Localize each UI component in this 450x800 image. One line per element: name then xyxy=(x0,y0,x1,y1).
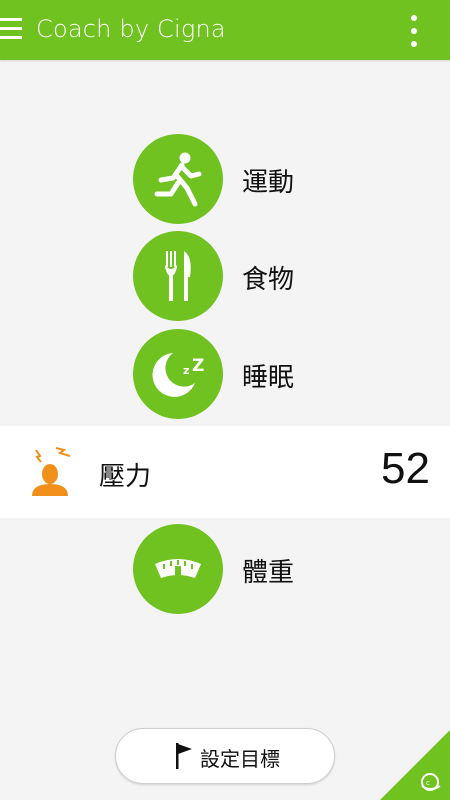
sleep-circle: z Z xyxy=(133,329,223,419)
category-food[interactable]: 食物 xyxy=(0,231,450,323)
more-vert-icon[interactable] xyxy=(408,14,420,48)
svg-text:z: z xyxy=(183,364,189,377)
category-label: 運動 xyxy=(242,168,295,198)
flag-icon xyxy=(176,743,192,769)
hamburger-menu-icon[interactable] xyxy=(0,16,22,42)
category-label: 體重 xyxy=(242,558,295,588)
svg-text:c: c xyxy=(426,779,430,787)
stress-label: 壓力 xyxy=(99,462,152,492)
category-exercise[interactable]: 運動 xyxy=(0,134,450,226)
moon-zzz-icon: z Z xyxy=(152,353,204,397)
weight-circle xyxy=(133,524,223,614)
category-weight[interactable]: 體重 xyxy=(0,524,450,616)
category-sleep[interactable]: z Z 睡眠 xyxy=(0,329,450,421)
fork-knife-icon xyxy=(165,251,191,301)
food-circle xyxy=(133,231,223,321)
set-goal-label: 設定目標 xyxy=(200,747,280,771)
category-stress[interactable]: 壓力 52 xyxy=(0,426,450,518)
app-title: Coach by Cigna xyxy=(36,15,226,43)
coach-cap-icon[interactable]: c xyxy=(380,730,450,800)
svg-text:Z: Z xyxy=(192,356,204,376)
category-label: 睡眠 xyxy=(242,363,295,393)
app-bar: Coach by Cigna xyxy=(0,0,450,60)
stressed-person-icon xyxy=(32,447,71,496)
running-icon xyxy=(154,152,202,207)
stress-score: 52 xyxy=(381,444,430,493)
category-label: 食物 xyxy=(242,265,295,295)
exercise-circle xyxy=(133,134,223,224)
set-goal-button[interactable]: 設定目標 xyxy=(115,728,335,784)
scale-icon xyxy=(155,559,201,578)
